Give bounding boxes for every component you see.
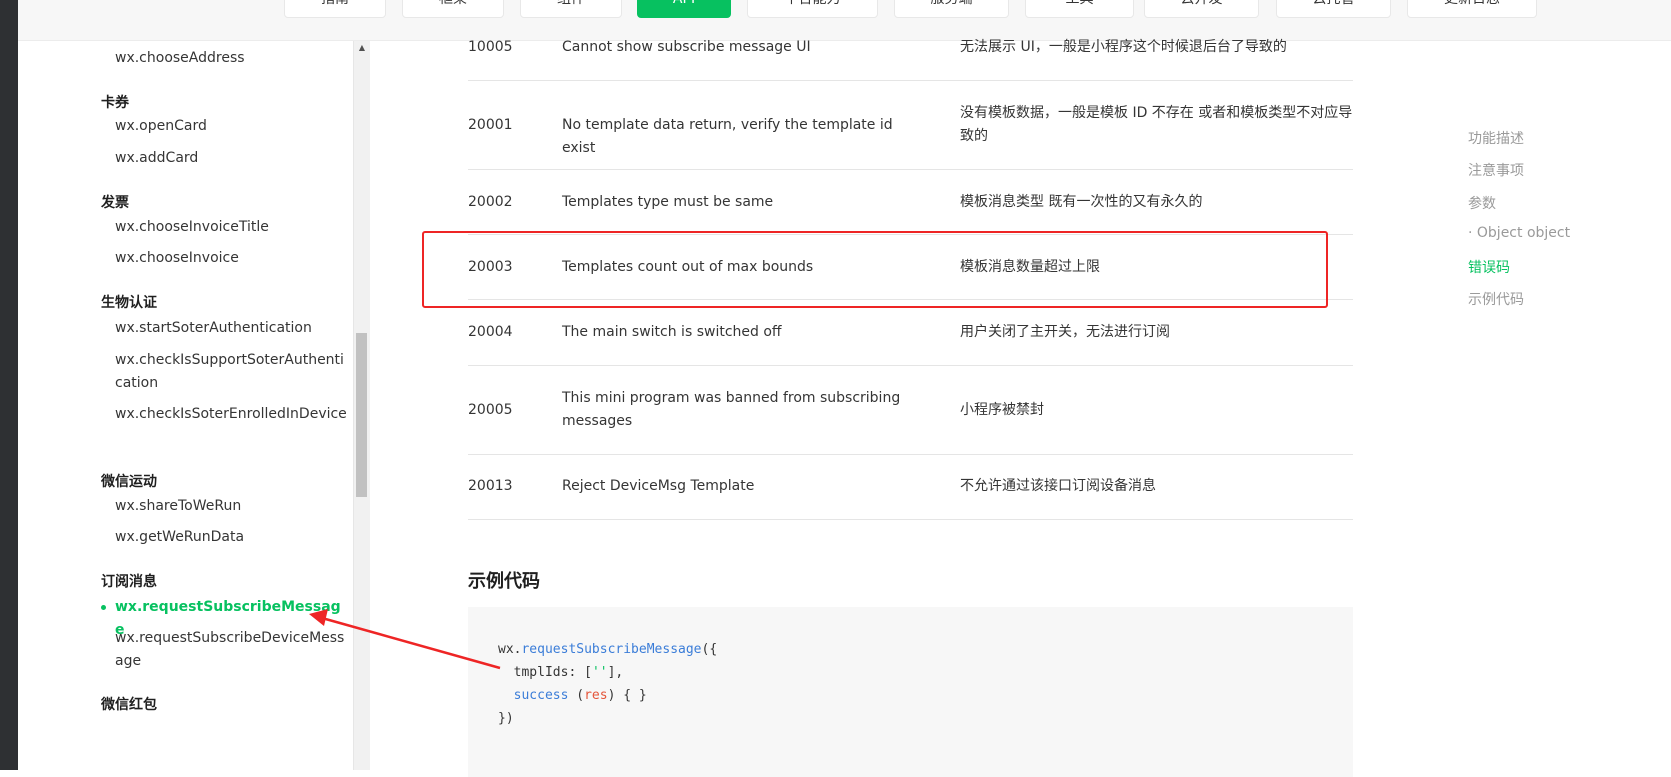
sidebar-item-start-soter-auth[interactable]: wx.startSoterAuthentication [115,317,347,340]
table-row: 20005 This mini program was banned from … [468,366,1353,455]
nav-tab-framework[interactable]: 框架 [402,0,504,18]
toc-item-notes[interactable]: 注意事项 [1468,160,1524,180]
code-line: tmplIds: [''], [513,665,624,680]
api-sidebar: wx.chooseAddress 卡券 wx.openCard wx.addCa… [18,41,353,770]
error-code: 20013 [468,478,513,494]
error-description: 小程序被禁封 [960,402,1044,418]
error-message: Cannot show subscribe message UI [562,39,811,55]
nav-tab-tools[interactable]: 工具 [1025,0,1134,18]
error-message: The main switch is switched off [562,324,782,340]
toc-item-error-codes[interactable]: 错误码 [1468,257,1510,277]
table-row: 20004 The main switch is switched off 用户… [468,300,1353,366]
code-line: wx.requestSubscribeMessage({ [498,642,718,657]
nav-tab-changelog[interactable]: 更新日志 [1407,0,1537,18]
error-message: Reject DeviceMsg Template [562,478,755,494]
top-navigation: 指南 框架 组件 API 平台能力 服务端 工具 云开发 云托管 更新日志 [18,0,1671,41]
scrollbar-thumb[interactable] [356,333,367,497]
error-description: 模板消息类型 既有一次性的又有永久的 [960,194,1203,210]
sidebar-item-check-support-soter[interactable]: wx.checkIsSupportSoterAuthentication [115,349,347,395]
sidebar-item-get-werun-data[interactable]: wx.getWeRunData [115,526,347,549]
table-row: 20001 No template data return, verify th… [468,81,1353,170]
toc-item-params[interactable]: 参数 [1468,193,1496,213]
active-item-dot [101,605,106,610]
toc-item-description[interactable]: 功能描述 [1468,128,1524,148]
nav-tab-guide[interactable]: 指南 [284,0,386,18]
sidebar-item-share-to-werun[interactable]: wx.shareToWeRun [115,495,347,518]
code-line: success (res) { } [513,688,647,703]
scroll-up-arrow-icon[interactable]: ▲ [354,41,370,55]
toc-item-example-code[interactable]: 示例代码 [1468,289,1524,309]
sidebar-item-open-card[interactable]: wx.openCard [115,115,347,138]
sidebar-group-subscribe: 订阅消息 [101,574,157,590]
sidebar-item-request-subscribe-device-message[interactable]: wx.requestSubscribeDeviceMessage [115,627,347,673]
error-code: 20001 [468,117,513,133]
table-row: 20013 Reject DeviceMsg Template 不允许通过该接口… [468,455,1353,520]
error-description: 无法展示 UI，一般是小程序这个时候退后台了导致的 [960,39,1287,55]
highlight-box [422,231,1328,308]
sidebar-item-check-soter-enrolled[interactable]: wx.checkIsSoterEnrolledInDevice [115,403,347,426]
sidebar-item-choose-invoice[interactable]: wx.chooseInvoice [115,247,347,270]
nav-tab-api[interactable]: API [637,0,731,18]
nav-tab-cloud-hosting[interactable]: 云托管 [1276,0,1391,18]
nav-tab-server[interactable]: 服务端 [894,0,1009,18]
sidebar-item-choose-address[interactable]: wx.chooseAddress [115,47,347,70]
sidebar-group-invoice: 发票 [101,195,129,211]
section-title-example-code: 示例代码 [468,571,540,592]
sidebar-group-red-packet: 微信红包 [101,697,157,713]
nav-tab-cloud-dev[interactable]: 云开发 [1144,0,1259,18]
error-code: 10005 [468,39,513,55]
toc-item-object[interactable]: · Object object [1468,225,1570,241]
error-message: This mini program was banned from subscr… [562,390,901,429]
error-description: 用户关闭了主开关，无法进行订阅 [960,324,1170,340]
error-message: No template data return, verify the temp… [562,117,893,156]
sidebar-scrollbar[interactable]: ▲ [353,41,370,770]
error-code: 20004 [468,324,513,340]
table-row: 20002 Templates type must be same 模板消息类型… [468,170,1353,235]
sidebar-group-biometric: 生物认证 [101,295,157,311]
nav-tab-components[interactable]: 组件 [520,0,622,18]
sidebar-item-choose-invoice-title[interactable]: wx.chooseInvoiceTitle [115,216,347,239]
error-description: 没有模板数据，一般是模板 ID 不存在 或者和模板类型不对应导致的 [960,105,1353,144]
code-block: wx.requestSubscribeMessage({ tmplIds: ['… [468,607,1353,777]
error-message: Templates type must be same [562,194,774,210]
window-edge [0,0,18,770]
sidebar-group-werun: 微信运动 [101,474,157,490]
sidebar-item-add-card[interactable]: wx.addCard [115,147,347,170]
table-row: 10005 Cannot show subscribe message UI 无… [468,39,1353,81]
code-line: }) [498,711,514,726]
error-code: 20005 [468,402,513,418]
sidebar-group-cards: 卡券 [101,95,129,111]
error-description: 不允许通过该接口订阅设备消息 [960,478,1156,494]
error-code: 20002 [468,194,513,210]
nav-tab-platform[interactable]: 平台能力 [747,0,878,18]
